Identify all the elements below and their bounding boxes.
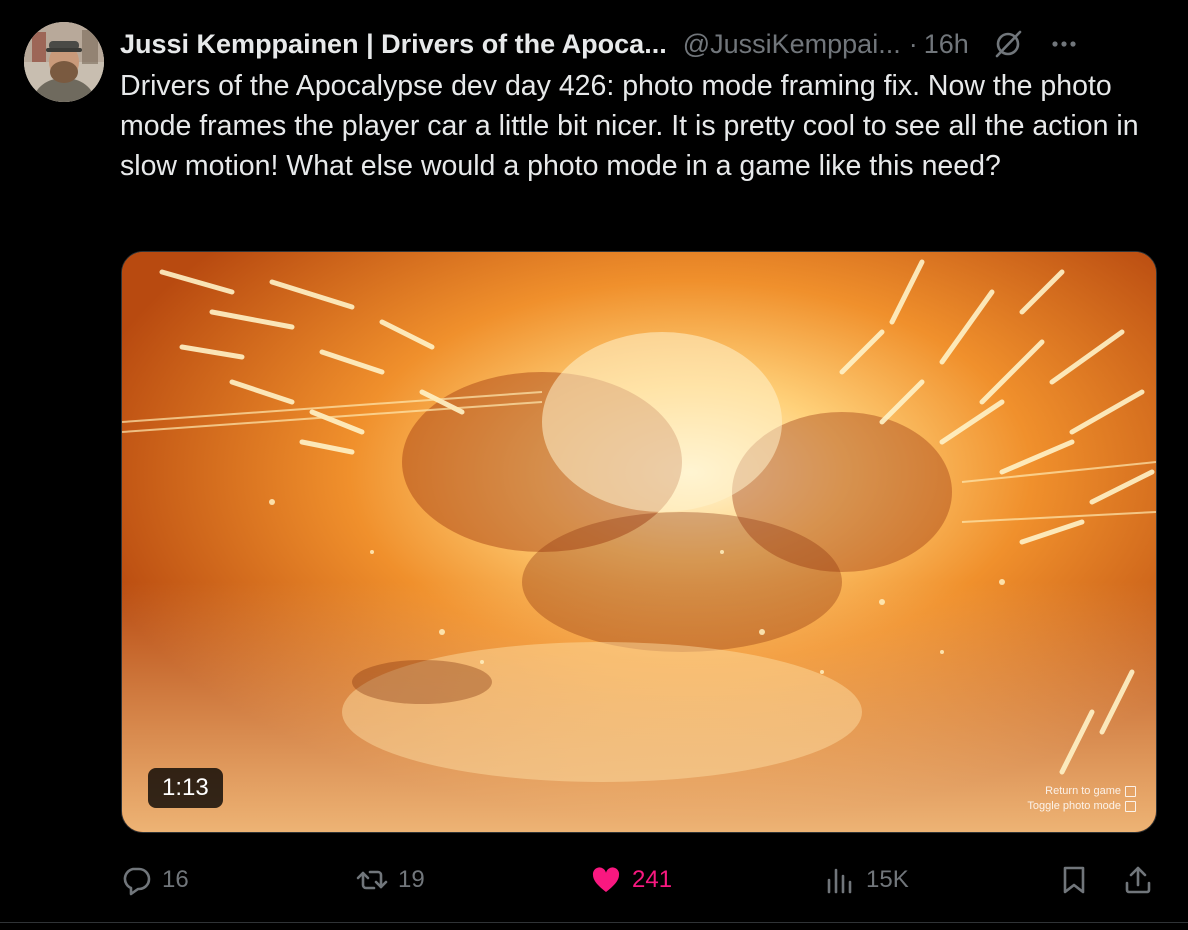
video-player[interactable]: 1:13 Return to game Toggle photo mode [121, 251, 1157, 833]
author-handle[interactable]: @JussiKemppai... [683, 29, 901, 60]
more-icon[interactable] [1047, 27, 1081, 61]
video-duration-badge: 1:13 [148, 768, 223, 808]
bookmark-button[interactable] [1058, 858, 1090, 902]
reply-button[interactable]: 16 [120, 858, 189, 902]
like-button[interactable]: 241 [590, 858, 672, 902]
heart-icon [592, 867, 620, 892]
bookmark-icon [1063, 866, 1085, 894]
reply-count: 16 [162, 866, 189, 893]
share-icon [1125, 866, 1151, 894]
retweet-button[interactable]: 19 [356, 858, 425, 902]
separator-dot: · [908, 28, 918, 59]
views-icon [827, 868, 852, 894]
hud-return-label: Return to game [1045, 785, 1121, 797]
tweet-text: Drivers of the Apocalypse dev day 426: p… [120, 70, 1139, 182]
photo-mode-hud: Return to game Toggle photo mode [1027, 784, 1136, 814]
avatar-image [24, 22, 104, 102]
reply-icon [123, 867, 151, 896]
timestamp[interactable]: 16h [924, 29, 969, 60]
tweet-header: Jussi Kemppainen | Drivers of the Apoca.… [120, 24, 1170, 64]
retweet-icon [356, 870, 388, 890]
hud-toggle-row: Toggle photo mode [1027, 799, 1136, 814]
tweet[interactable]: Jussi Kemppainen | Drivers of the Apoca.… [0, 0, 1188, 930]
avatar[interactable] [24, 22, 104, 102]
key-icon [1125, 801, 1136, 812]
share-button[interactable] [1122, 858, 1154, 902]
like-count: 241 [632, 866, 673, 893]
hud-return-row: Return to game [1027, 784, 1136, 799]
author-name[interactable]: Jussi Kemppainen | Drivers of the Apoca.… [120, 29, 667, 60]
key-icon [1125, 786, 1136, 797]
views-count: 15K [866, 866, 909, 893]
divider [0, 922, 1188, 923]
action-bar: 16 19 241 15K [120, 858, 1160, 902]
grok-icon[interactable] [991, 27, 1025, 61]
retweet-count: 19 [398, 866, 425, 893]
views-button[interactable]: 15K [824, 858, 909, 902]
video-frame [122, 252, 1156, 832]
hud-toggle-label: Toggle photo mode [1027, 800, 1121, 812]
